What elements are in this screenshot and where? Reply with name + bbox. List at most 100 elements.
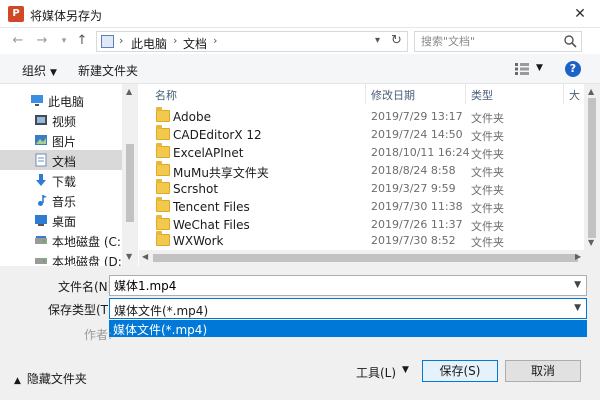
file-list-horizontal-scrollbar[interactable]: ◀ ▶	[139, 250, 584, 266]
save-form-panel: 文件名(N): ▼ 保存类型(T): 媒体文件(*.mp4) ▼ 媒体文件(*.…	[0, 266, 600, 400]
column-divider[interactable]	[365, 84, 366, 104]
scroll-right-icon[interactable]: ▶	[575, 252, 581, 261]
recent-chevron-down-icon[interactable]: ▾	[56, 33, 72, 49]
file-name: ExcelAPInet	[173, 146, 244, 160]
sidebar-item-label: 视频	[52, 115, 77, 129]
column-header-type[interactable]: 类型	[471, 87, 493, 103]
caret-down-icon: ▼	[50, 68, 57, 78]
column-header-date[interactable]: 修改日期	[371, 87, 415, 103]
scrollbar-thumb[interactable]	[126, 144, 134, 222]
organize-label: 组织	[22, 64, 47, 78]
file-date: 2019/7/30 8:52	[371, 234, 456, 247]
file-name: WXWork	[173, 234, 224, 248]
file-type: 文件夹	[471, 130, 504, 143]
search-input[interactable]	[415, 32, 555, 51]
hide-folders-label: 隐藏文件夹	[26, 372, 87, 386]
scroll-left-icon[interactable]: ◀	[142, 252, 148, 261]
drive-icon	[35, 236, 47, 244]
breadcrumb-pc[interactable]: 此电脑	[131, 35, 167, 52]
chevron-down-icon[interactable]: ▼	[574, 280, 581, 290]
savetype-selected-value: 媒体文件(*.mp4)	[114, 304, 209, 318]
file-list-vertical-scrollbar[interactable]: ▲ ▼	[584, 84, 600, 250]
back-arrow-icon[interactable]: ←	[10, 33, 26, 49]
scroll-down-icon[interactable]: ▼	[126, 252, 132, 261]
dropdown-option[interactable]: 媒体文件(*.mp4)	[113, 321, 207, 338]
help-icon[interactable]: ?	[565, 61, 581, 77]
sidebar-item-documents[interactable]: 文档	[0, 150, 122, 170]
breadcrumb-separator: ›	[119, 34, 124, 47]
file-list: 名称 修改日期 类型 大 Adobe 2019/7/29 13:17 文件夹 C…	[139, 84, 600, 266]
drive-icon	[35, 258, 47, 264]
folder-icon	[156, 197, 170, 212]
file-row[interactable]: ExcelAPInet 2018/10/11 16:24 文件夹	[139, 143, 584, 162]
refresh-icon[interactable]: ↻	[391, 33, 402, 48]
column-divider[interactable]	[465, 84, 466, 104]
file-date: 2019/3/27 9:59	[371, 182, 456, 195]
search-icon[interactable]	[563, 34, 577, 48]
file-name: WeChat Files	[173, 218, 250, 232]
close-button[interactable]: ✕	[560, 0, 600, 28]
address-bar[interactable]: › 此电脑 › 文档 › ▾ ↻	[96, 31, 408, 52]
navigation-pane: 此电脑 视频 图片 文档 下载 音乐 桌面 本地磁盘 (C:) 本地磁盘 (D:…	[0, 84, 138, 269]
title-bar: P 将媒体另存为 ✕	[0, 0, 600, 28]
sidebar-item-downloads[interactable]: 下载	[0, 170, 122, 190]
download-icon	[36, 174, 46, 186]
filename-combobox[interactable]: ▼	[109, 275, 587, 296]
file-type: 文件夹	[471, 148, 504, 161]
sidebar-item-this-pc[interactable]: 此电脑	[0, 90, 122, 110]
sidebar-item-videos[interactable]: 视频	[0, 110, 122, 130]
pc-icon	[31, 95, 43, 106]
file-type: 文件夹	[471, 166, 504, 179]
scroll-down-icon[interactable]: ▼	[588, 238, 594, 247]
sidebar-item-music[interactable]: 音乐	[0, 190, 122, 210]
address-dropdown-icon[interactable]: ▾	[375, 35, 380, 46]
scroll-up-icon[interactable]: ▲	[588, 87, 594, 96]
file-type: 文件夹	[471, 184, 504, 197]
view-caret-icon[interactable]: ▼	[536, 63, 543, 73]
file-date: 2018/10/11 16:24	[371, 146, 470, 159]
sidebar-item-drive-c[interactable]: 本地磁盘 (C:)	[0, 230, 126, 250]
address-row: ← → ▾ ↑ › 此电脑 › 文档 › ▾ ↻	[0, 28, 600, 54]
file-name: Tencent Files	[173, 200, 250, 214]
breadcrumb-separator: ›	[213, 34, 218, 47]
filename-input[interactable]	[110, 276, 550, 295]
sidebar-item-label: 此电脑	[48, 95, 85, 109]
file-row[interactable]: CADEditorX 12 2019/7/24 14:50 文件夹	[139, 125, 584, 144]
filename-label: 文件名(N):	[58, 280, 117, 294]
file-row[interactable]: Adobe 2019/7/29 13:17 文件夹	[139, 107, 584, 126]
column-divider[interactable]	[563, 84, 564, 104]
tools-caret-icon[interactable]: ▼	[402, 365, 409, 375]
organize-menu[interactable]: 组织 ▼	[22, 62, 57, 79]
column-header-size[interactable]: 大	[569, 87, 580, 103]
up-arrow-icon[interactable]: ↑	[74, 33, 90, 49]
chevron-down-icon[interactable]: ▼	[574, 303, 581, 313]
forward-arrow-icon[interactable]: →	[34, 33, 50, 49]
scrollbar-thumb[interactable]	[588, 98, 596, 238]
hide-folders-toggle[interactable]: ▲ 隐藏文件夹	[14, 370, 87, 387]
file-row[interactable]: MuMu共享文件夹 2018/8/24 8:58 文件夹	[139, 161, 584, 180]
scrollbar-thumb[interactable]	[153, 254, 578, 262]
savetype-select[interactable]: 媒体文件(*.mp4) ▼	[109, 298, 587, 319]
savetype-dropdown-list: 媒体文件(*.mp4)	[109, 320, 587, 337]
scroll-up-icon[interactable]: ▲	[126, 87, 132, 96]
command-toolbar: 组织 ▼ 新建文件夹 ▼ ?	[0, 54, 600, 84]
caret-up-icon: ▲	[14, 376, 21, 386]
file-row[interactable]: Scrshot 2019/3/27 9:59 文件夹	[139, 179, 584, 198]
file-row[interactable]: Tencent Files 2019/7/30 11:38 文件夹	[139, 197, 584, 216]
sidebar-item-pictures[interactable]: 图片	[0, 130, 122, 150]
save-button[interactable]: 保存(S)	[422, 360, 498, 382]
file-row[interactable]: WXWork 2019/7/30 8:52 文件夹	[139, 231, 584, 250]
cancel-button[interactable]: 取消	[505, 360, 581, 382]
breadcrumb-documents[interactable]: 文档	[183, 35, 207, 52]
column-header-row: 名称 修改日期 类型 大	[139, 84, 584, 104]
sidebar-item-label: 图片	[52, 135, 77, 149]
folder-icon	[156, 231, 170, 246]
tools-menu[interactable]: 工具(L)	[356, 364, 396, 381]
pc-icon	[101, 35, 114, 48]
new-folder-button[interactable]: 新建文件夹	[78, 62, 138, 79]
view-options-icon[interactable]	[514, 62, 530, 76]
sidebar-item-desktop[interactable]: 桌面	[0, 210, 122, 230]
column-header-name[interactable]: 名称	[155, 87, 177, 103]
search-box[interactable]	[414, 31, 582, 52]
sidebar-scrollbar[interactable]: ▲ ▼	[122, 84, 138, 266]
